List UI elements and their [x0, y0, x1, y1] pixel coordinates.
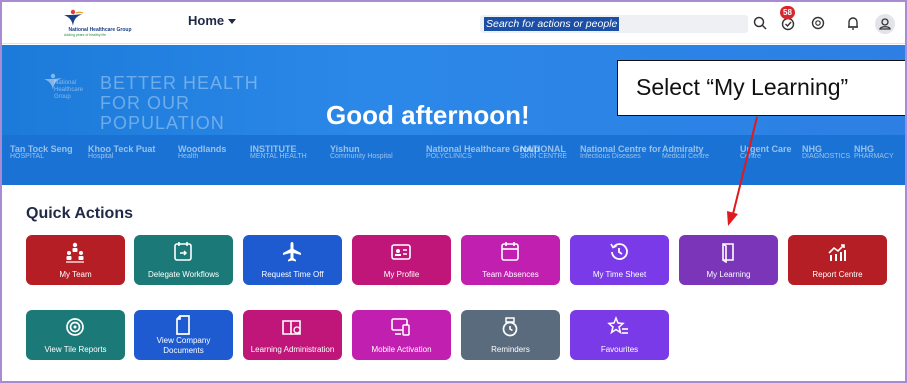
- book-admin-icon: [282, 320, 301, 335]
- cluster-logo: Admiralty Medical Centre: [662, 144, 710, 161]
- tile-my-profile[interactable]: My Profile: [352, 235, 451, 285]
- greeting-text: Good afternoon!: [326, 100, 530, 130]
- book-icon: [722, 243, 734, 263]
- cluster-logo: Yishun Community Hospital: [330, 144, 393, 161]
- banner-logo-text: National Healthcare Group: [54, 80, 84, 100]
- profile-card-icon: [391, 244, 411, 260]
- nhg-logo-mark-icon: [64, 9, 84, 26]
- cluster-logo: National Centre for Infectious Diseases: [580, 144, 662, 161]
- tile-label: Favourites: [600, 345, 639, 354]
- device-icon: [391, 318, 410, 336]
- tile-mobile-activation[interactable]: Mobile Activation: [352, 310, 451, 360]
- document-icon: [176, 315, 190, 335]
- instruction-callout: Select “My Learning”: [617, 60, 907, 116]
- tile-view-company-documents[interactable]: View Company Documents: [134, 310, 233, 360]
- cluster-logo: NATIONAL SKIN CENTRE: [520, 144, 568, 161]
- tile-label: View Tile Reports: [44, 345, 107, 354]
- history-icon: [610, 243, 628, 260]
- logo-tagline: Adding years of healthy life: [64, 33, 107, 37]
- quick-actions-title: Quick Actions: [26, 205, 133, 222]
- tile-label: Request Time Off: [261, 270, 324, 279]
- cluster-logo: Khoo Teck Puat Hospital: [88, 144, 156, 161]
- tile-my-time-sheet[interactable]: My Time Sheet: [570, 235, 669, 285]
- tile-team-absences[interactable]: Team Absences: [461, 235, 560, 285]
- team-icon: [66, 242, 84, 263]
- cluster-logo: NHG DIAGNOSTICS: [802, 144, 851, 161]
- cluster-logo-strip: Tan Tock Seng HOSPITAL Khoo Teck Puat Hosp…: [2, 135, 905, 185]
- target-icon: [66, 318, 84, 336]
- cluster-logo: Woodlands Health: [178, 144, 227, 161]
- cluster-logo: INSTITUTE MENTAL HEALTH: [250, 144, 307, 161]
- banner-tagline: BETTER HEALTH FOR OUR POPULATION: [100, 73, 259, 133]
- reminder-icon: [502, 317, 518, 337]
- nhg-logo[interactable]: National Healthcare Group Adding years o…: [50, 9, 150, 39]
- notification-badge: 58: [780, 6, 795, 19]
- calendar-icon: [501, 242, 519, 261]
- tile-delegate-workflows[interactable]: Delegate Workflows: [134, 235, 233, 285]
- cluster-logo: Tan Tock Seng HOSPITAL: [10, 144, 73, 161]
- tile-label: View Company Documents: [156, 336, 211, 355]
- search-placeholder: Search for actions or people: [484, 17, 620, 31]
- star-list-icon: [607, 316, 628, 335]
- chart-icon: [828, 244, 846, 261]
- tile-label: Team Absences: [482, 270, 539, 279]
- tile-label: My Time Sheet: [592, 270, 647, 279]
- tile-my-learning[interactable]: My Learning: [679, 235, 778, 285]
- avatar[interactable]: [875, 14, 895, 34]
- tile-label: Report Centre: [812, 270, 863, 279]
- tile-label: Mobile Activation: [371, 345, 432, 354]
- tile-label: Reminders: [491, 345, 530, 354]
- tile-reminders[interactable]: Reminders: [461, 310, 560, 360]
- tile-label: My Profile: [383, 270, 420, 279]
- search-input[interactable]: Search for actions or people: [480, 15, 748, 33]
- tile-request-time-off[interactable]: Request Time Off: [243, 235, 342, 285]
- home-menu[interactable]: Home: [188, 13, 237, 28]
- tile-label: Learning Administration: [250, 345, 335, 354]
- tile-learning-administration[interactable]: Learning Administration: [243, 310, 342, 360]
- chevron-down-icon: [228, 19, 237, 25]
- cluster-logo: NHG PHARMACY: [854, 144, 894, 161]
- tile-favourites[interactable]: Favourites: [570, 310, 669, 360]
- tile-my-team[interactable]: My Team: [26, 235, 125, 285]
- cluster-logo: Urgent Care Centre: [740, 144, 792, 161]
- tile-label: My Learning: [706, 270, 751, 279]
- top-bar: National Healthcare Group Adding years o…: [2, 2, 905, 44]
- support-icon[interactable]: [808, 13, 828, 33]
- bell-icon[interactable]: [843, 13, 863, 33]
- home-menu-label: Home: [188, 13, 225, 28]
- user-icon: [879, 18, 891, 30]
- tile-report-centre[interactable]: Report Centre: [788, 235, 887, 285]
- delegate-calendar-icon: [174, 242, 192, 261]
- tile-view-tile-reports[interactable]: View Tile Reports: [26, 310, 125, 360]
- tile-label: My Team: [59, 270, 92, 279]
- tile-label: Delegate Workflows: [148, 270, 219, 279]
- search-icon[interactable]: [750, 13, 770, 33]
- airplane-icon: [283, 242, 301, 262]
